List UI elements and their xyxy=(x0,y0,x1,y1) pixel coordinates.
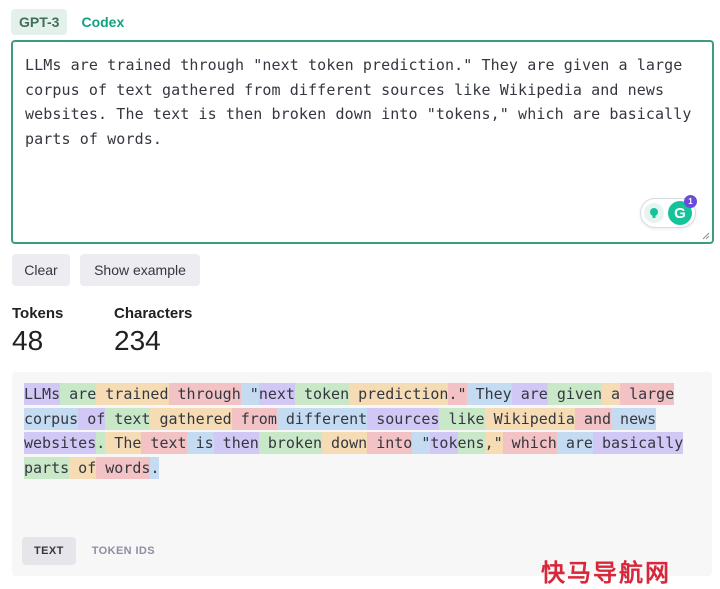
token: like xyxy=(439,407,485,430)
token: are xyxy=(511,383,548,405)
tokens-count: 48 xyxy=(12,325,44,356)
token: is xyxy=(186,432,214,454)
token: Wikipedia xyxy=(484,407,575,430)
characters-label: Characters xyxy=(114,305,193,322)
token: into xyxy=(367,432,413,454)
token: from xyxy=(231,407,277,430)
token: different xyxy=(276,407,368,430)
tab-codex[interactable]: Codex xyxy=(73,9,132,35)
token: which xyxy=(502,432,557,454)
token: . xyxy=(96,432,106,454)
tab-text-view[interactable]: TEXT xyxy=(22,537,76,565)
token: gathered xyxy=(150,407,232,430)
token: text xyxy=(141,432,187,454)
token: news xyxy=(611,407,657,430)
token: then xyxy=(213,432,259,454)
token: given xyxy=(547,383,602,405)
token: prediction xyxy=(349,383,449,405)
token: parts xyxy=(24,456,70,479)
token: ." xyxy=(448,383,467,405)
grammarly-badge: 1 xyxy=(684,195,697,208)
token: large xyxy=(620,383,675,405)
token: next xyxy=(258,383,295,405)
lightbulb-icon[interactable] xyxy=(644,203,664,223)
clear-button[interactable]: Clear xyxy=(12,254,70,286)
token: " xyxy=(412,432,431,454)
token: of xyxy=(78,407,106,430)
token-visualization-panel: LLMs are trained through "next token pre… xyxy=(12,372,712,576)
token: websites xyxy=(24,432,97,454)
token: basically xyxy=(592,432,684,454)
token: through xyxy=(168,383,241,405)
token: trained xyxy=(96,383,169,405)
token: " xyxy=(240,383,259,405)
token: token xyxy=(294,383,350,405)
watermark-logo: 快马导航网 xyxy=(541,559,671,587)
token: LLMs xyxy=(24,383,61,405)
tab-token-ids-view[interactable]: TOKEN IDS xyxy=(80,537,167,565)
token: corpus xyxy=(24,407,79,430)
token: ," xyxy=(484,432,503,454)
grammarly-icon[interactable]: G 1 xyxy=(668,195,697,225)
token: tok xyxy=(430,432,458,454)
token: are xyxy=(60,383,97,405)
characters-count: 234 xyxy=(114,325,161,356)
token: and xyxy=(574,407,612,430)
token: ens xyxy=(457,432,485,454)
token: broken xyxy=(258,432,323,454)
prompt-text[interactable]: LLMs are trained through "next token pre… xyxy=(25,53,698,151)
token: . xyxy=(150,456,160,479)
token: down xyxy=(322,432,368,454)
grammarly-widget[interactable]: G 1 xyxy=(640,195,697,228)
tab-gpt3[interactable]: GPT-3 xyxy=(11,9,68,35)
token: are xyxy=(556,432,593,454)
show-example-button[interactable]: Show example xyxy=(80,254,200,286)
prompt-textarea[interactable]: LLMs are trained through "next token pre… xyxy=(11,40,714,244)
resize-handle-icon[interactable] xyxy=(702,232,710,240)
token: text xyxy=(105,407,151,430)
model-tabs: GPT-3 Codex xyxy=(11,9,132,35)
token: sources xyxy=(367,407,440,430)
view-tabs: TEXT TOKEN IDS xyxy=(22,537,167,565)
token: words xyxy=(96,456,151,479)
tokenized-text: LLMs are trained through "next token pre… xyxy=(24,382,700,480)
token: a xyxy=(602,383,621,405)
tokens-label: Tokens xyxy=(12,305,64,322)
token: They xyxy=(466,383,512,405)
token: of xyxy=(69,456,97,479)
token: The xyxy=(105,432,142,454)
